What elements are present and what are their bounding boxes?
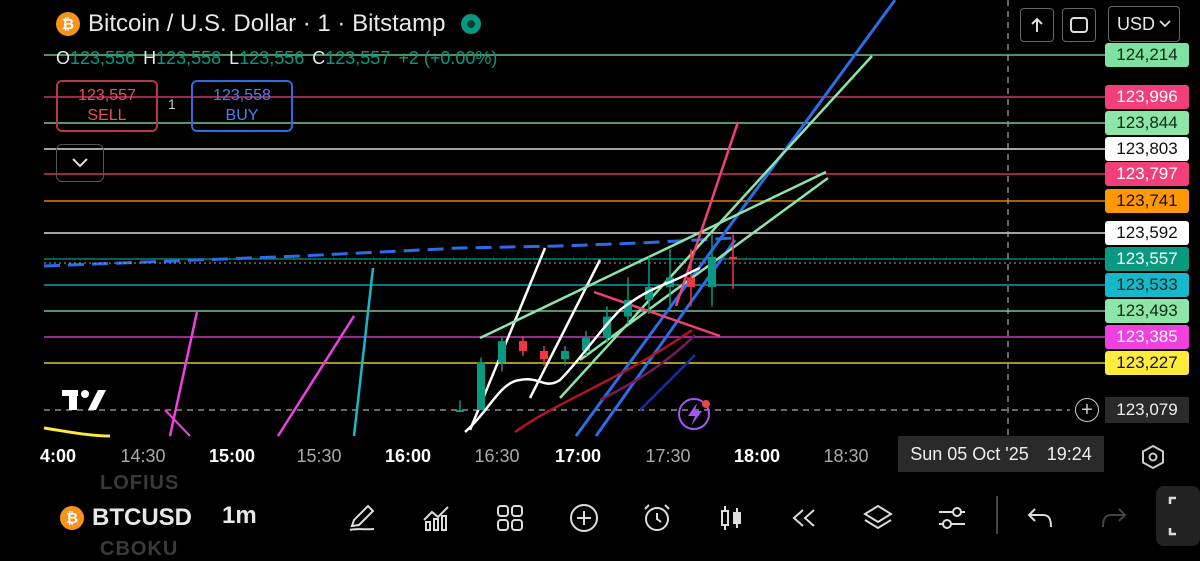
price-scale-label: 123,227 bbox=[1105, 351, 1189, 375]
bottom-toolbar bbox=[0, 478, 1200, 554]
settings-sliders-icon[interactable] bbox=[932, 498, 972, 538]
candle-body bbox=[456, 410, 464, 412]
low-value: 123,556 bbox=[239, 48, 305, 68]
fullscreen-toggle-button[interactable] bbox=[1062, 8, 1096, 42]
crosshair-time: 19:24 bbox=[1046, 443, 1092, 464]
price-scale-label: 123,844 bbox=[1105, 111, 1189, 135]
market-status-icon[interactable] bbox=[461, 14, 482, 34]
symbol-title[interactable]: Bitcoin / U.S. Dollar · 1 · Bitstamp bbox=[88, 10, 445, 38]
price-scale-label: 123,741 bbox=[1105, 189, 1189, 213]
redo-icon[interactable] bbox=[1094, 498, 1134, 538]
high-label: H bbox=[143, 48, 157, 68]
pencil-icon[interactable] bbox=[342, 498, 382, 538]
ohlc-legend: O 123,556 H 123,558 L 123,556 C 123,557 +2 (… bbox=[56, 48, 505, 69]
time-axis-label: 16:30 bbox=[474, 446, 520, 466]
high-value: 123,558 bbox=[156, 48, 222, 68]
candle-body bbox=[477, 362, 485, 410]
arrow-up-icon bbox=[1031, 17, 1043, 32]
time-axis-label: 17:30 bbox=[645, 446, 691, 466]
buy-price: 123,558 bbox=[213, 87, 271, 104]
order-quantity[interactable]: 1 bbox=[168, 96, 176, 112]
candle-body bbox=[498, 341, 506, 363]
close-label: C bbox=[312, 48, 326, 68]
tradingview-logo bbox=[62, 390, 106, 410]
sell-price: 123,557 bbox=[78, 87, 136, 104]
price-scale-label: 123,996 bbox=[1105, 85, 1189, 109]
chevron-down-icon bbox=[72, 158, 88, 168]
scroll-up-button[interactable] bbox=[1020, 8, 1054, 42]
add-circle-icon[interactable] bbox=[564, 498, 604, 538]
crosshair-date: Sun 05 Oct '25 bbox=[910, 443, 1029, 464]
time-axis-label: 18:30 bbox=[823, 446, 869, 466]
settings-hexagon-icon[interactable] bbox=[1140, 444, 1166, 475]
time-axis-label: 4:00 bbox=[39, 446, 77, 466]
alarm-icon[interactable] bbox=[637, 498, 677, 538]
close-value: 123,557 bbox=[325, 48, 391, 68]
collapse-legend-button[interactable] bbox=[56, 144, 104, 182]
time-axis-label: 15:00 bbox=[208, 446, 256, 466]
sell-button[interactable]: 123,557 SELL bbox=[56, 80, 158, 132]
layers-icon[interactable] bbox=[858, 498, 898, 538]
time-axis-label: 16:00 bbox=[384, 446, 432, 466]
time-axis-label: 14:30 bbox=[120, 446, 166, 466]
sparkle-badge-icon[interactable] bbox=[678, 398, 710, 430]
toolbar-divider bbox=[996, 496, 998, 534]
chevron-down-icon bbox=[1159, 20, 1171, 28]
open-value: 123,556 bbox=[70, 48, 136, 68]
price-scale-label: 123,533 bbox=[1105, 273, 1189, 297]
candle-body bbox=[561, 350, 569, 360]
sell-label: SELL bbox=[87, 107, 127, 124]
add-alert-plus-button[interactable]: + bbox=[1075, 398, 1099, 422]
low-label: L bbox=[229, 48, 240, 68]
dashed-blue-trendline bbox=[43, 236, 1100, 268]
price-scale-label: 123,797 bbox=[1105, 162, 1189, 186]
price-scale-label: 123,557 bbox=[1105, 247, 1189, 271]
time-axis-label: 18:00 bbox=[733, 446, 781, 466]
layouts-grid-icon[interactable] bbox=[490, 498, 530, 538]
price-scale-label: 124,214 bbox=[1105, 43, 1189, 67]
indicators-icon[interactable] bbox=[416, 498, 456, 538]
candles-icon[interactable] bbox=[711, 498, 751, 538]
change-value: +2 (+0.00%) bbox=[398, 48, 498, 68]
candle-body bbox=[519, 341, 527, 351]
currency-label: USD bbox=[1117, 13, 1156, 34]
time-axis-label: 17:00 bbox=[554, 446, 602, 466]
open-label: O bbox=[56, 48, 71, 68]
time-axis-label: 15:30 bbox=[296, 446, 342, 466]
candle-body bbox=[687, 277, 695, 287]
undo-icon[interactable] bbox=[1020, 498, 1060, 538]
replay-icon[interactable] bbox=[784, 498, 824, 538]
price-scale-label: 123,592 bbox=[1105, 221, 1189, 245]
chart-header[interactable]: ₿ Bitcoin / U.S. Dollar · 1 · Bitstamp bbox=[56, 10, 482, 38]
candle-body bbox=[708, 256, 716, 287]
fullscreen-icon[interactable] bbox=[1156, 486, 1200, 546]
bitcoin-icon: ₿ bbox=[56, 12, 80, 36]
price-scale-label: 123,385 bbox=[1105, 325, 1189, 349]
currency-select[interactable]: USD bbox=[1108, 6, 1180, 42]
crosshair-date-label: Sun 05 Oct '25 19:24 bbox=[898, 436, 1104, 472]
price-scale-label: 123,803 bbox=[1105, 137, 1189, 161]
buy-button[interactable]: 123,558 BUY bbox=[191, 80, 293, 132]
fullscreen-icon bbox=[1070, 17, 1088, 33]
crosshair-price-label: 123,079 bbox=[1105, 397, 1189, 423]
candle-body bbox=[729, 256, 737, 259]
buy-label: BUY bbox=[225, 107, 259, 124]
candle-body bbox=[540, 350, 548, 360]
price-scale-label: 123,493 bbox=[1105, 299, 1189, 323]
